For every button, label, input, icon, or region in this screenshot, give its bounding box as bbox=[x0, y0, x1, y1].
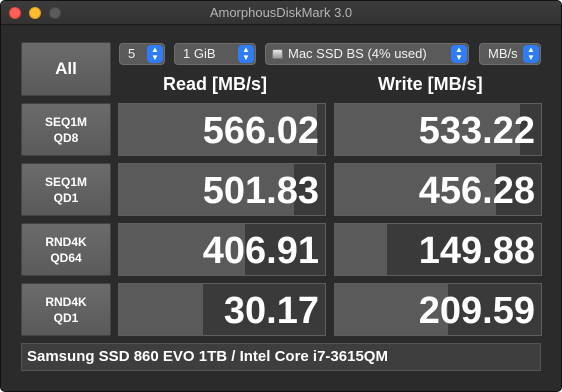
main-panel: All 5 ▲ ▼ 1 GiB ▲ ▼ Mac SSD BS (4% used) ▲… bbox=[1, 26, 561, 391]
test-seq1m-qd1-button[interactable]: SEQ1M QD1 bbox=[21, 163, 111, 216]
drive-value: Mac SSD BS (4% used) bbox=[288, 46, 427, 61]
write-progress-bar bbox=[335, 224, 387, 275]
read-result-cell: 501.83 bbox=[118, 163, 326, 216]
title-bar: AmorphousDiskMark 3.0 bbox=[1, 1, 561, 25]
test-name-line2: QD1 bbox=[53, 190, 79, 205]
test-size-value: 1 GiB bbox=[183, 46, 216, 61]
write-result-cell: 533.22 bbox=[334, 103, 542, 156]
write-column-header: Write [MB/s] bbox=[378, 74, 483, 94]
test-count-select[interactable]: 5 ▲ ▼ bbox=[119, 43, 165, 65]
write-result-cell: 149.88 bbox=[334, 223, 542, 276]
chevron-updown-icon: ▲ ▼ bbox=[147, 45, 163, 63]
test-rnd4k-qd1-button[interactable]: RND4K QD1 bbox=[21, 283, 111, 336]
chevron-updown-icon: ▲ ▼ bbox=[238, 45, 254, 63]
write-value: 209.59 bbox=[418, 290, 535, 332]
chevron-updown-icon: ▲ ▼ bbox=[523, 45, 539, 63]
read-column-header: Read [MB/s] bbox=[163, 74, 268, 94]
test-name-line1: RND4K bbox=[45, 294, 87, 309]
drive-select[interactable]: Mac SSD BS (4% used) ▲ ▼ bbox=[265, 43, 469, 65]
test-name-line1: RND4K bbox=[45, 234, 87, 249]
app-window: AmorphousDiskMark 3.0 All 5 ▲ ▼ 1 GiB ▲ ▼ … bbox=[0, 0, 562, 392]
write-value: 533.22 bbox=[418, 110, 535, 152]
unit-value: MB/s bbox=[488, 46, 518, 61]
read-value: 406.91 bbox=[202, 230, 319, 272]
read-result-cell: 406.91 bbox=[118, 223, 326, 276]
test-rnd4k-qd64-button[interactable]: RND4K QD64 bbox=[21, 223, 111, 276]
unit-select[interactable]: MB/s ▲ ▼ bbox=[479, 43, 541, 65]
write-value: 456.28 bbox=[418, 170, 535, 212]
write-result-cell: 209.59 bbox=[334, 283, 542, 336]
test-name-line1: SEQ1M bbox=[44, 174, 87, 189]
read-value: 566.02 bbox=[202, 110, 319, 152]
read-value: 501.83 bbox=[202, 170, 319, 212]
test-name-line2: QD64 bbox=[50, 250, 82, 265]
read-value: 30.17 bbox=[223, 290, 319, 332]
test-seq1m-qd8-button[interactable]: SEQ1M QD8 bbox=[21, 103, 111, 156]
test-name-line2: QD1 bbox=[53, 310, 79, 325]
read-result-cell: 30.17 bbox=[118, 283, 326, 336]
write-value: 149.88 bbox=[418, 230, 535, 272]
test-name-line2: QD8 bbox=[53, 130, 79, 145]
device-info-field[interactable]: Samsung SSD 860 EVO 1TB / Intel Core i7-… bbox=[21, 343, 541, 371]
test-count-value: 5 bbox=[128, 46, 136, 61]
chevron-updown-icon: ▲ ▼ bbox=[451, 45, 467, 63]
run-all-button[interactable]: All bbox=[21, 42, 111, 96]
read-result-cell: 566.02 bbox=[118, 103, 326, 156]
disk-icon bbox=[272, 49, 283, 59]
test-name-line1: SEQ1M bbox=[44, 114, 87, 129]
write-result-cell: 456.28 bbox=[334, 163, 542, 216]
window-title: AmorphousDiskMark 3.0 bbox=[209, 5, 353, 20]
read-progress-bar bbox=[119, 284, 204, 335]
test-size-select[interactable]: 1 GiB ▲ ▼ bbox=[174, 43, 256, 65]
